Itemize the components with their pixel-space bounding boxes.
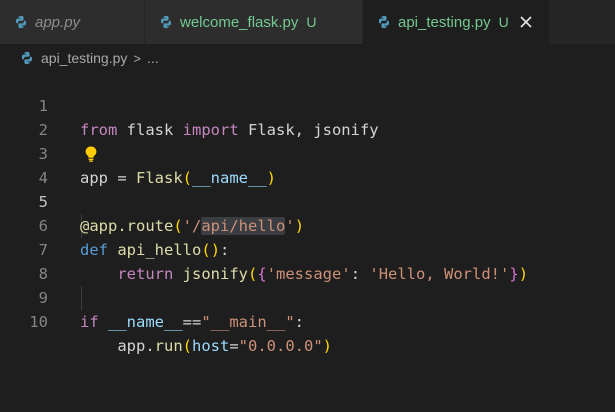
code-line-active[interactable]: 5 @app.route('/api/hello') <box>0 166 615 235</box>
tab-bar: app.py welcome_flask.py U api_testing.py… <box>0 0 615 44</box>
code-line[interactable]: 6 def api_hello(): <box>0 190 615 259</box>
breadcrumb-trail[interactable]: ... <box>147 50 159 66</box>
code-line[interactable]: 10 app.run(host="0.0.0.0") <box>0 286 615 355</box>
tab-app-py[interactable]: app.py <box>0 0 145 44</box>
code-text: if __name__=="__main__": <box>80 313 305 331</box>
lightbulb-icon[interactable] <box>83 145 99 163</box>
chevron-right-icon: > <box>133 50 141 66</box>
code-text: app.run(host="0.0.0.0") <box>117 337 333 355</box>
untracked-badge: U <box>306 14 317 30</box>
tab-label: welcome_flask.py <box>180 13 299 31</box>
python-icon <box>21 51 33 65</box>
python-icon <box>15 15 27 29</box>
line-number: 10 <box>29 313 48 331</box>
code-line[interactable]: 1 from flask import Flask, jsonify <box>0 70 615 139</box>
tab-welcome-flask-py[interactable]: welcome_flask.py U <box>145 0 363 44</box>
python-icon <box>378 15 390 29</box>
untracked-badge: U <box>498 14 509 30</box>
code-editor[interactable]: 1 from flask import Flask, jsonify 2 3 a… <box>0 70 615 412</box>
code-line[interactable]: 7 return jsonify({'message': 'Hello, Wor… <box>0 214 615 283</box>
python-icon <box>160 15 172 29</box>
breadcrumb-file[interactable]: api_testing.py <box>41 50 127 66</box>
code-line[interactable]: 9 if __name__=="__main__": <box>0 262 615 331</box>
code-line[interactable]: 2 <box>0 94 615 139</box>
code-line[interactable]: 3 app = Flask(__name__) <box>0 118 615 187</box>
tab-api-testing-py[interactable]: api_testing.py U <box>363 0 550 44</box>
close-icon[interactable] <box>519 15 533 29</box>
tab-label: api_testing.py <box>398 13 491 31</box>
breadcrumb: api_testing.py > ... <box>0 46 159 70</box>
code-line[interactable]: 8 <box>0 238 615 283</box>
tab-label: app.py <box>35 13 81 31</box>
code-line[interactable]: 4 <box>0 142 615 187</box>
editor-window: app.py welcome_flask.py U api_testing.py… <box>0 0 615 412</box>
